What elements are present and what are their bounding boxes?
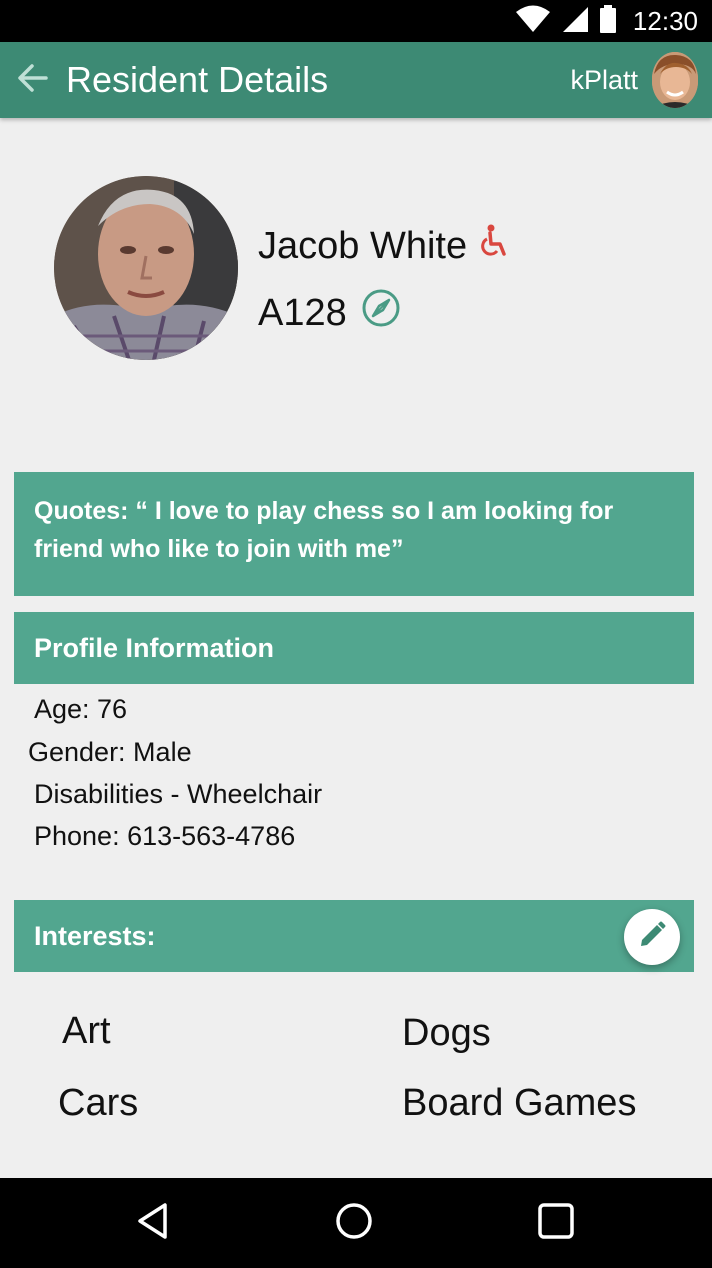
interest-item: Board Games [402, 1082, 637, 1124]
resident-photo [54, 176, 238, 360]
compass-icon[interactable] [361, 288, 401, 338]
page-title: Resident Details [66, 59, 329, 100]
resident-name: Jacob White [258, 224, 468, 267]
disabilities-text: Disabilities - Wheelchair [34, 779, 323, 809]
app-bar: Resident Details kPlatt [0, 42, 712, 118]
clock-time: 12:30 [632, 5, 698, 36]
resident-quote: Quotes: “ I love to play chess so I am l… [14, 472, 694, 596]
gender-text: Gender: Male [28, 737, 192, 767]
pencil-icon [637, 920, 667, 955]
nav-recents-button[interactable] [531, 1198, 581, 1248]
room-number: A128 [258, 291, 347, 334]
system-nav-bar [0, 1178, 712, 1268]
battery-icon [599, 4, 617, 38]
interest-item: Cars [58, 1082, 139, 1124]
interest-item: Art [62, 1010, 111, 1052]
status-icons: 12:30 [515, 0, 698, 42]
resident-name-row: Jacob White [258, 224, 507, 268]
triangle-back-icon [134, 1201, 174, 1246]
interests-header: Interests: [14, 900, 694, 972]
phone-text: Phone: 613-563-4786 [34, 821, 296, 851]
back-arrow-icon [16, 61, 50, 100]
square-recents-icon [536, 1201, 576, 1246]
username: kPlatt [570, 64, 638, 95]
interest-item: Dogs [402, 1012, 491, 1054]
signal-icon [561, 5, 589, 38]
nav-home-button[interactable] [329, 1198, 379, 1248]
edit-interests-button[interactable] [624, 909, 680, 965]
profile-information-header: Profile Information [14, 612, 694, 684]
user-avatar[interactable] [652, 52, 698, 108]
nav-back-button[interactable] [129, 1198, 179, 1248]
quote-line-1: Quotes: “ I love to play chess so I am l… [34, 497, 614, 525]
wifi-icon [515, 5, 551, 38]
room-number-row: A128 [258, 288, 401, 338]
quote-line-2: friend who like to join with me” [34, 535, 404, 563]
circle-home-icon [334, 1201, 374, 1246]
wheelchair-icon [481, 224, 507, 268]
user-account[interactable]: kPlatt [570, 48, 698, 112]
age-text: Age: 76 [34, 694, 128, 724]
back-button[interactable] [10, 57, 56, 103]
status-bar: 12:30 [0, 0, 712, 42]
